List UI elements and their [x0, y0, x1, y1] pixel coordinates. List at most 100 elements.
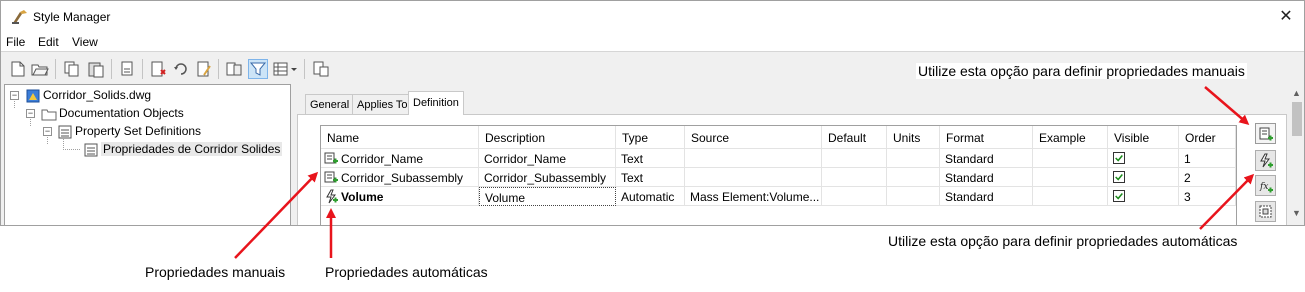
row-default[interactable]: [822, 149, 887, 168]
property-set-icon: [84, 143, 98, 157]
column-header-units[interactable]: Units: [887, 126, 940, 149]
column-header-visible[interactable]: Visible: [1108, 126, 1179, 149]
row-example[interactable]: [1033, 168, 1108, 187]
row-type[interactable]: Text: [616, 149, 685, 168]
folder-icon: [41, 109, 57, 121]
row-format[interactable]: Standard: [940, 187, 1033, 206]
tree-connector: [30, 117, 31, 126]
row-source[interactable]: Mass Element:Volume...: [685, 187, 822, 206]
row-name: Corridor_Subassembly: [341, 171, 464, 185]
scroll-down-icon[interactable]: ▼: [1292, 208, 1301, 218]
edit-style-icon[interactable]: [195, 60, 213, 78]
row-description[interactable]: Corridor_Subassembly: [479, 168, 616, 187]
tree-collapse-toggle[interactable]: −: [26, 109, 35, 118]
column-header-name[interactable]: Name: [321, 126, 479, 149]
visible-checkbox[interactable]: [1113, 171, 1125, 183]
add-automatic-property-button[interactable]: [1255, 150, 1276, 171]
row-example[interactable]: [1033, 187, 1108, 206]
column-header-order[interactable]: Order: [1179, 126, 1236, 149]
toggle-view-icon[interactable]: [225, 60, 243, 78]
annotation-manual-option: Utilize esta opção para definir propried…: [916, 63, 1247, 79]
close-button[interactable]: ✕: [1268, 1, 1304, 32]
table-row-name-cell[interactable]: Corridor_Subassembly: [321, 168, 479, 187]
menu-edit[interactable]: Edit: [38, 35, 59, 49]
row-type[interactable]: Automatic: [616, 187, 685, 206]
column-header-type[interactable]: Type: [616, 126, 685, 149]
view-options-icon[interactable]: [272, 60, 290, 78]
add-formula-property-button[interactable]: fx: [1255, 175, 1276, 196]
vertical-scrollbar[interactable]: ▲ ▼: [1289, 84, 1304, 225]
row-format[interactable]: Standard: [940, 149, 1033, 168]
row-order[interactable]: 3: [1179, 187, 1236, 206]
column-header-default[interactable]: Default: [822, 126, 887, 149]
table-row-name-cell[interactable]: Corridor_Name: [321, 149, 479, 168]
style-tree-view: − Corridor_Solids.dwg − Documentation Ob…: [4, 84, 291, 225]
row-default[interactable]: [822, 187, 887, 206]
visible-checkbox[interactable]: [1113, 190, 1125, 202]
visible-checkbox[interactable]: [1113, 152, 1125, 164]
formula-property-icon: fx: [1259, 182, 1273, 193]
tab-definition[interactable]: Definition: [408, 91, 464, 115]
column-header-format[interactable]: Format: [940, 126, 1033, 149]
properties-tabs: General Applies To Definition Name Descr…: [297, 84, 1287, 225]
row-units[interactable]: [887, 168, 940, 187]
scroll-thumb[interactable]: [1292, 102, 1302, 136]
row-units[interactable]: [887, 187, 940, 206]
style-manager-window: Style Manager ✕ File Edit View − Corrido…: [0, 0, 1305, 226]
tab-applies-to[interactable]: Applies To: [352, 94, 413, 114]
row-description-editing[interactable]: Volume: [479, 187, 616, 206]
svg-text:fx: fx: [1259, 182, 1268, 192]
tree-collapse-toggle[interactable]: −: [43, 127, 52, 136]
manual-property-icon: [324, 152, 338, 164]
property-definitions-grid: Name Description Type Source Default Uni…: [320, 125, 1237, 225]
scroll-up-icon[interactable]: ▲: [1292, 88, 1301, 98]
row-source[interactable]: [685, 149, 822, 168]
row-source[interactable]: [685, 168, 822, 187]
add-location-property-button[interactable]: [1255, 201, 1276, 222]
row-description[interactable]: Corridor_Name: [479, 149, 616, 168]
tree-connector: [47, 135, 48, 144]
annotation-automatic-properties: Propriedades automáticas: [325, 264, 488, 280]
row-example[interactable]: [1033, 149, 1108, 168]
column-header-source[interactable]: Source: [685, 126, 822, 149]
add-manual-property-button[interactable]: [1255, 123, 1276, 144]
row-default[interactable]: [822, 168, 887, 187]
toolbar-separator: [142, 59, 143, 79]
row-units[interactable]: [887, 149, 940, 168]
row-name: Corridor_Name: [341, 152, 424, 166]
filter-style-type-icon[interactable]: [248, 59, 268, 79]
column-header-example[interactable]: Example: [1033, 126, 1108, 149]
row-order[interactable]: 1: [1179, 149, 1236, 168]
tree-node-label: Documentation Objects: [59, 106, 184, 120]
menu-bar: File Edit View: [1, 32, 1304, 52]
tree-connector: [14, 99, 15, 108]
row-format[interactable]: Standard: [940, 168, 1033, 187]
location-property-icon: [1259, 205, 1272, 218]
tree-connector: [63, 149, 80, 150]
tree-node-label: Propriedades de Corridor Solides: [101, 142, 283, 156]
row-visible-cell: [1108, 187, 1179, 206]
new-style-icon[interactable]: [149, 60, 167, 78]
menu-view[interactable]: View: [72, 35, 98, 49]
table-row-name-cell[interactable]: Volume: [321, 187, 479, 206]
purge-styles-icon[interactable]: [119, 60, 137, 78]
inspect-icon[interactable]: [312, 60, 330, 78]
row-order[interactable]: 2: [1179, 168, 1236, 187]
refresh-styles-icon[interactable]: [172, 60, 190, 78]
column-header-description[interactable]: Description: [479, 126, 616, 149]
annotation-manual-properties: Propriedades manuais: [145, 264, 286, 280]
tree-collapse-toggle[interactable]: −: [10, 91, 19, 100]
chevron-down-icon[interactable]: [289, 60, 299, 78]
new-drawing-icon[interactable]: [9, 60, 27, 78]
open-drawing-icon[interactable]: [31, 60, 49, 78]
paste-icon[interactable]: [87, 60, 105, 78]
toolbar-separator: [111, 59, 112, 79]
manual-property-add-icon: [1259, 127, 1273, 141]
window-title: Style Manager: [33, 10, 111, 24]
row-type[interactable]: Text: [616, 168, 685, 187]
tab-general[interactable]: General: [305, 94, 355, 114]
style-manager-app-icon: [12, 10, 27, 24]
menu-file[interactable]: File: [6, 35, 25, 49]
tree-node-label: Corridor_Solids.dwg: [43, 88, 152, 102]
copy-icon[interactable]: [63, 60, 81, 78]
